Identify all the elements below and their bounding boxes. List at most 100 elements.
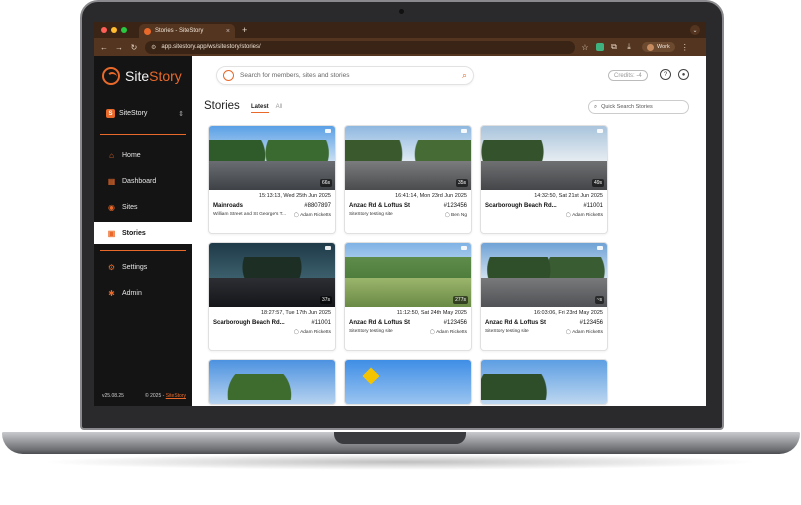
search-icon[interactable]: ⌕ [462,70,467,81]
logo[interactable]: SiteStory [102,67,182,85]
sidebar-item-settings[interactable]: ⚙ Settings [94,256,192,278]
sitestory-logo-icon [223,70,234,81]
sidebar: SiteStory S SiteStory ⇕ ⌂ Home ▦ Dashboard… [94,56,192,406]
story-site: Scarborough Beach Rd... [485,203,557,209]
main-content: Search for members, sites and stories ⌕ … [192,56,706,406]
story-card[interactable] [208,359,336,405]
story-card[interactable] [344,359,472,405]
close-window-button[interactable] [101,27,107,33]
minimize-window-button[interactable] [111,27,117,33]
copyright: © 2025 - SiteStory [145,393,186,399]
duration-badge: ~s [594,296,604,304]
account-icon[interactable]: ● [678,69,689,80]
quick-search-placeholder: Quick Search Stories [601,104,653,110]
story-author: Adam Ricketts [294,212,331,218]
story-timestamp: 16:41:14, Mon 23rd Jun 2025 [395,193,467,199]
org-badge: S [106,109,115,118]
puzzle-icon[interactable]: ⧉ [609,42,619,52]
sidebar-nav-secondary: ⚙ Settings ✱ Admin [94,256,192,308]
gear-icon: ⚙ [107,262,116,272]
url-text: app.sitestory.app/ws/sitestory/stories/ [161,44,261,50]
help-icon[interactable]: ? [660,69,671,80]
search-input[interactable]: Search for members, sites and stories ⌕ [216,66,474,85]
maximize-window-button[interactable] [121,27,127,33]
story-thumbnail: 277s [345,243,471,307]
extension-icon[interactable] [596,43,604,51]
search-icon: ⌕ [594,103,598,110]
copyright-link[interactable]: SiteStory [166,393,186,399]
story-id: #11001 [583,203,603,209]
sidebar-item-dashboard[interactable]: ▦ Dashboard [94,170,192,192]
story-id: #123456 [443,203,467,209]
story-tabs: Latest All [251,104,282,113]
home-icon: ⌂ [109,150,114,160]
credits-badge[interactable]: Credits: -4 [608,70,648,81]
story-card[interactable]: ~s 16:03:06, Fri 23rd May 2025 Anzac Rd … [480,242,608,351]
video-icon [325,246,331,250]
site-info-icon[interactable]: ⚙ [151,44,156,51]
story-thumbnail: 35s [345,126,471,190]
story-card[interactable]: 35s 16:41:14, Mon 23rd Jun 2025 Anzac Rd… [344,125,472,234]
bookmark-star-icon[interactable]: ☆ [580,43,590,52]
stories-icon: ▣ [107,228,116,238]
story-card[interactable]: 66s 15:13:13, Wed 25th Jun 2025 Mainroad… [208,125,336,234]
tab-latest[interactable]: Latest [251,104,269,113]
back-icon[interactable]: ← [99,43,109,52]
story-timestamp: 14:32:50, Sat 21st Jun 2025 [534,193,603,199]
quick-search-input[interactable]: ⌕ Quick Search Stories [588,100,689,114]
browser-tab[interactable]: Stories - SiteStory × [139,24,235,38]
story-location: SiteStory testing site [485,329,529,334]
story-card[interactable] [480,359,608,405]
sidebar-item-admin[interactable]: ✱ Admin [94,282,192,304]
sitestory-logo-icon [102,67,120,85]
sidebar-divider [100,134,186,135]
chevron-down-icon[interactable]: ⌄ [690,25,700,35]
sidebar-nav-main: ⌂ Home ▦ Dashboard ◉ Sites ▣ Stories [94,144,192,248]
updown-chevron-icon: ⇕ [178,110,184,118]
story-location: SiteStory testing site [349,329,393,334]
story-thumbnail: 37s [209,243,335,307]
story-site: Anzac Rd & Loftus St [349,203,410,209]
new-tab-icon[interactable]: + [242,25,247,35]
forward-icon[interactable]: → [114,43,124,52]
story-thumbnail [481,360,607,404]
tab-all[interactable]: All [276,104,283,113]
kebab-menu-icon[interactable]: ⋮ [680,43,690,52]
story-thumbnail [209,360,335,404]
story-author: Ben Ng [445,212,467,218]
download-icon[interactable]: ⤓ [624,42,634,52]
reload-icon[interactable]: ↻ [129,43,139,52]
story-id: #11001 [311,320,331,326]
sidebar-item-sites[interactable]: ◉ Sites [94,196,192,218]
story-author: Adam Ricketts [566,212,603,218]
address-bar[interactable]: ⚙ app.sitestory.app/ws/sitestory/stories… [145,40,575,54]
version-text: v25.08.25 [102,393,124,399]
story-id: #123456 [443,320,467,326]
org-switcher[interactable]: S SiteStory ⇕ [106,109,184,118]
story-card[interactable]: 277s 11:12:50, Sat 24th May 2025 Anzac R… [344,242,472,351]
story-timestamp: 15:13:13, Wed 25th Jun 2025 [258,193,331,199]
laptop-notch [334,432,466,444]
story-id: #8807897 [304,203,331,209]
duration-badge: 37s [319,296,332,304]
tab-title: Stories - SiteStory [155,28,204,34]
story-timestamp: 16:03:06, Fri 23rd May 2025 [533,310,603,316]
close-icon[interactable]: × [226,28,230,35]
app: SiteStory S SiteStory ⇕ ⌂ Home ▦ Dashboard… [94,56,706,406]
duration-badge: 277s [453,296,468,304]
story-card[interactable]: 49s 14:32:50, Sat 21st Jun 2025 Scarboro… [480,125,608,234]
story-site: Mainroads [213,203,244,209]
story-card[interactable]: 37s 18:27:57, Tue 17th Jun 2025 Scarboro… [208,242,336,351]
sidebar-item-home[interactable]: ⌂ Home [94,144,192,166]
story-grid: 66s 15:13:13, Wed 25th Jun 2025 Mainroad… [208,125,618,405]
profile-button[interactable]: Work [642,42,675,52]
sidebar-footer: v25.08.25 © 2025 - SiteStory [102,393,186,399]
video-icon [461,246,467,250]
video-icon [597,129,603,133]
sidebar-item-stories[interactable]: ▣ Stories [94,222,192,244]
duration-badge: 35s [455,179,468,187]
avatar [647,43,654,51]
browser-tabbar: Stories - SiteStory × + ⌄ [94,22,706,38]
laptop-shadow [40,454,760,470]
dashboard-icon: ▦ [107,176,116,186]
